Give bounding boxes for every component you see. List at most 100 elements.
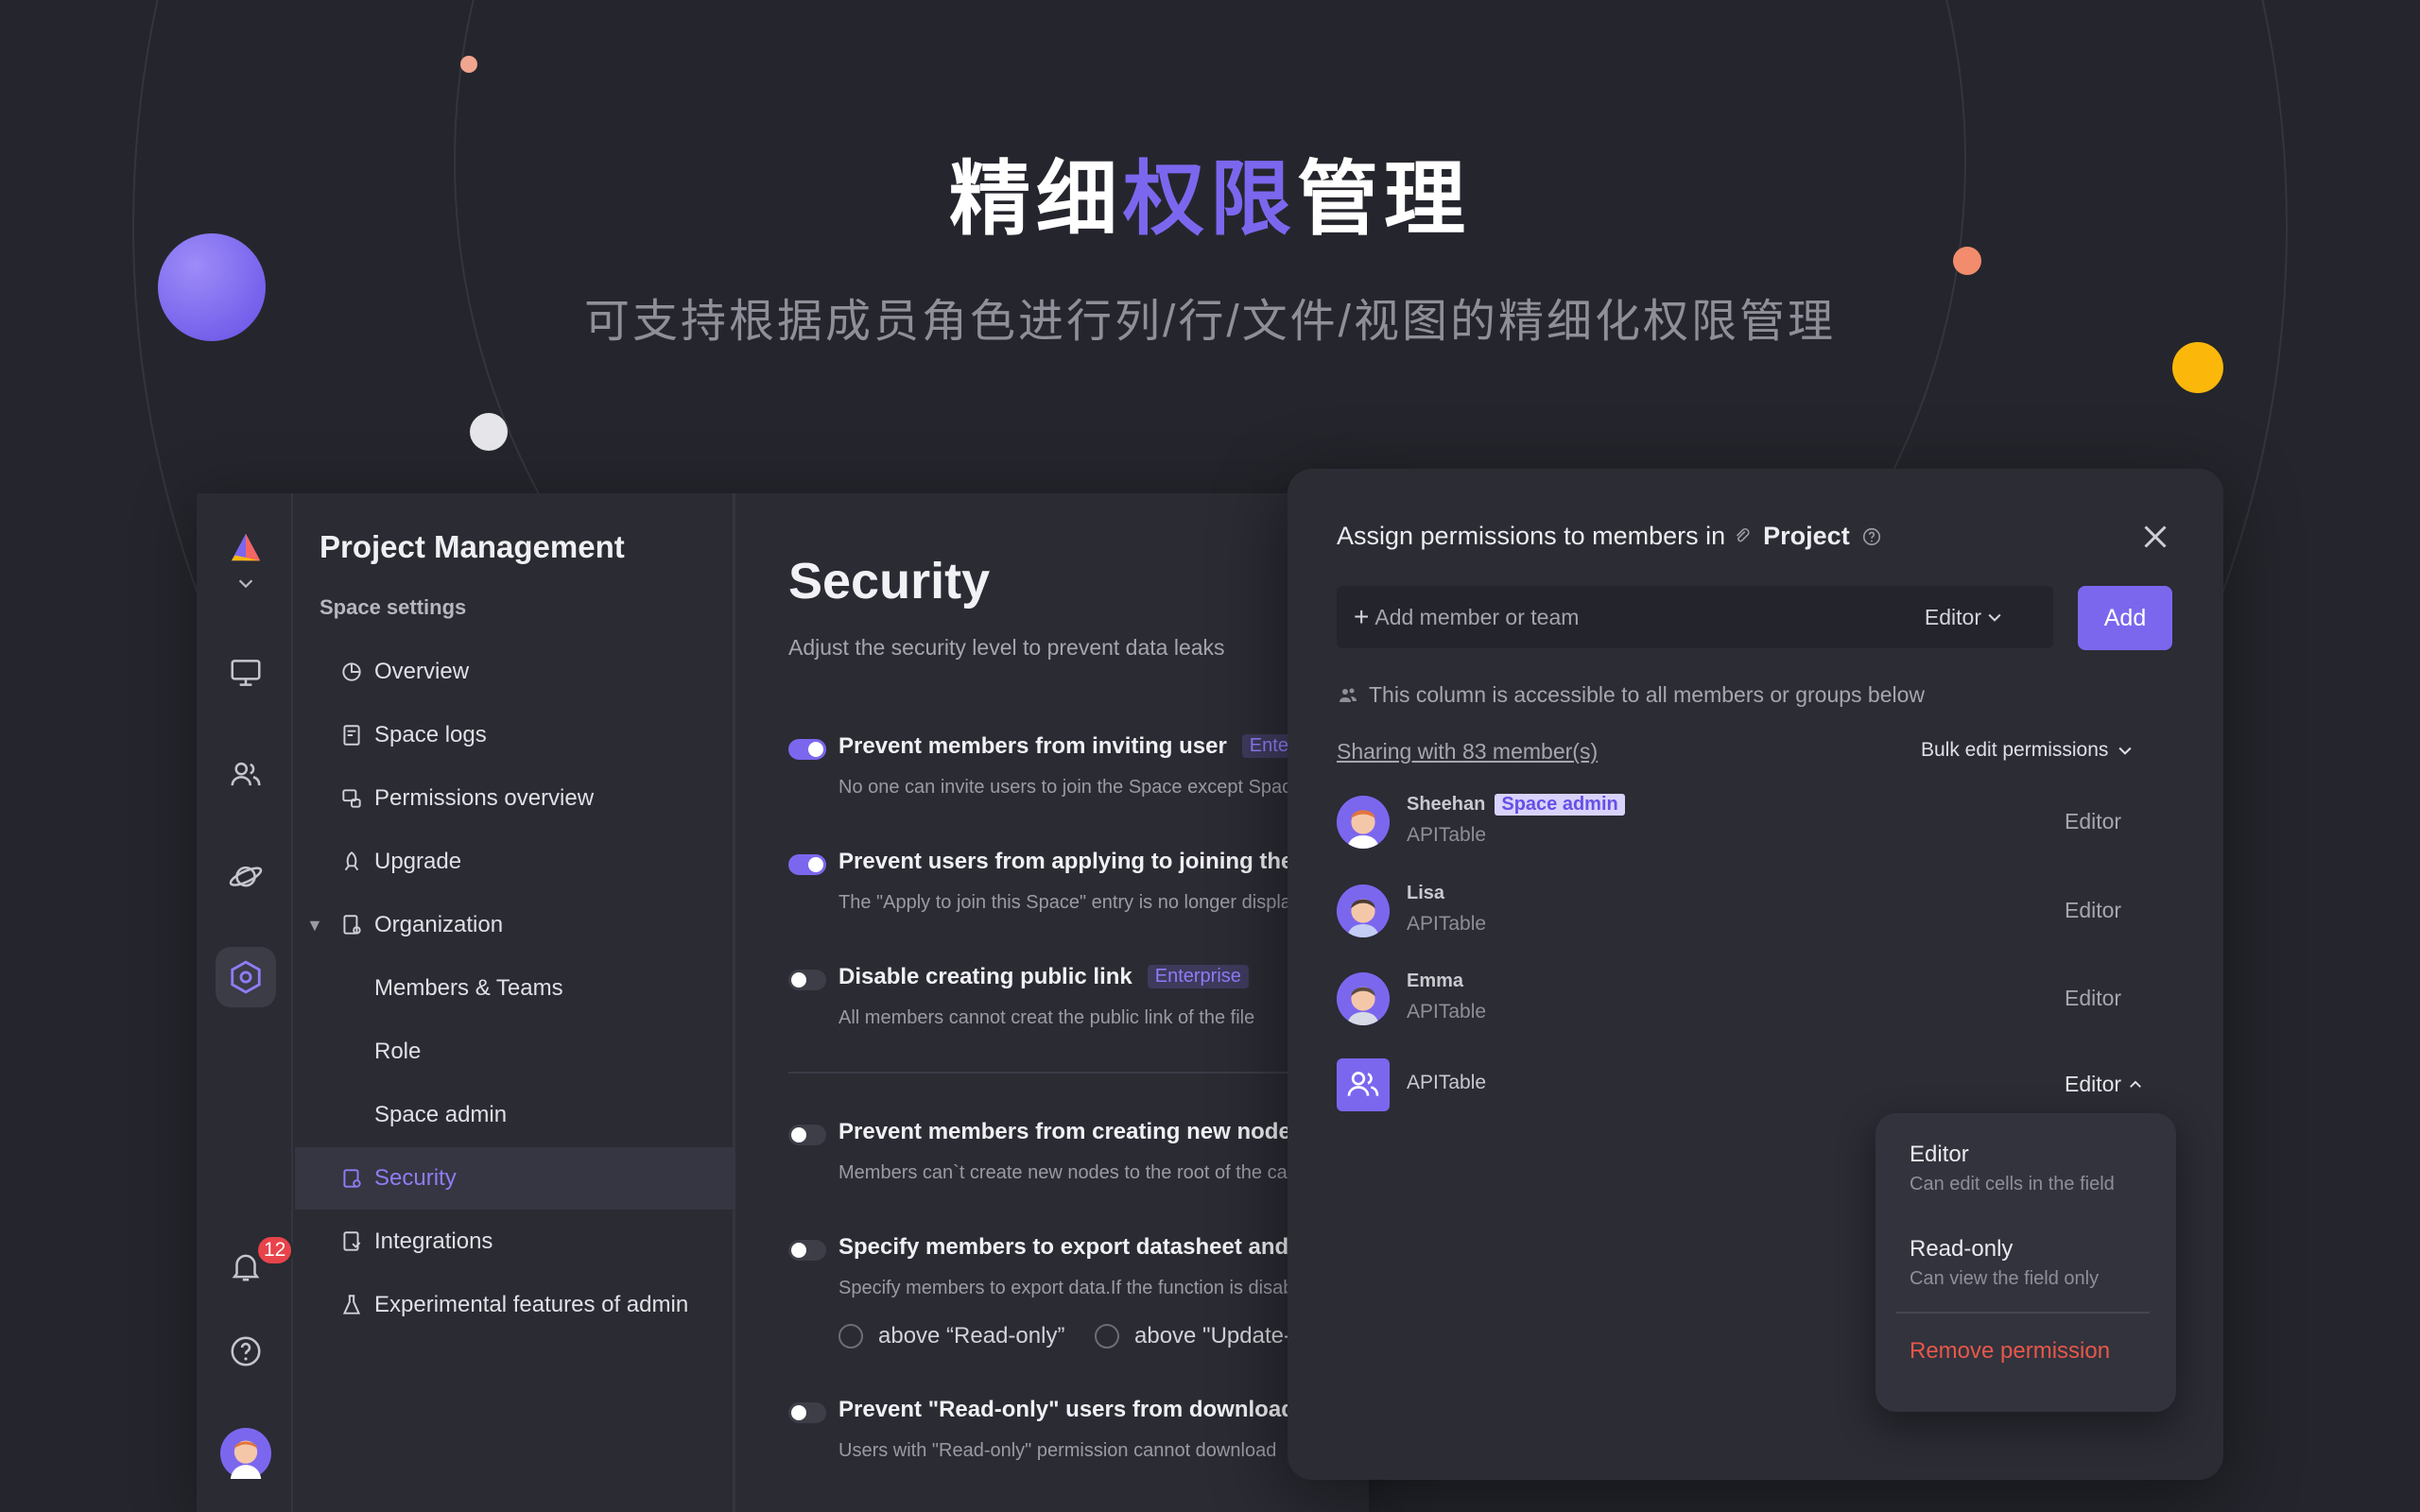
nav-item-security[interactable]: Security: [295, 1147, 735, 1210]
monitor-icon[interactable]: [216, 643, 276, 703]
toggle-switch[interactable]: [788, 970, 826, 990]
yellow-dot: [2172, 342, 2223, 393]
nav-item-label: Organization: [374, 912, 504, 937]
radio-circle: [838, 1324, 863, 1349]
option-label-text: Prevent members from inviting user: [838, 733, 1227, 759]
option-description: Specify members to export data.If the fu…: [838, 1278, 1320, 1298]
hero-subtitle: 可支持根据成员角色进行列/行/文件/视图的精细化权限管理: [583, 297, 1836, 347]
app-window: 12 Project Management Space settings Ove…: [197, 493, 1369, 1512]
role-dropdown-menu: Editor Can edit cells in the field Read-…: [1876, 1113, 2176, 1412]
nav-item-label: Space logs: [374, 722, 487, 747]
member-name: Sheehan Space admin: [1407, 794, 1625, 816]
member-row: Lisa APITable Editor: [1337, 879, 2172, 939]
menu-item-desc: Can view the field only: [1910, 1268, 2100, 1289]
settings-nav: Project Management Space settings Overvi…: [295, 493, 735, 1512]
flask-icon: [338, 1292, 365, 1318]
option-label: Prevent "Read-only" users from downloadi…: [838, 1397, 1329, 1422]
nav-item-experimental[interactable]: Experimental features of admin: [295, 1274, 735, 1336]
add-button[interactable]: Add: [2078, 586, 2172, 650]
member-role-select[interactable]: Editor: [2065, 898, 2121, 923]
menu-item-read-only[interactable]: Read-only Can view the field only: [1910, 1236, 2099, 1290]
member-role-select[interactable]: Editor: [2065, 809, 2121, 834]
avatar: [1337, 972, 1390, 1025]
nav-item-overview[interactable]: Overview: [295, 641, 735, 703]
member-row: Sheehan Space admin APITable Editor: [1337, 790, 2172, 850]
nav-item-members-teams[interactable]: Members & Teams: [295, 957, 735, 1020]
chevron-down-icon: [2118, 747, 2132, 755]
nav-item-role[interactable]: Role: [295, 1021, 735, 1083]
nav-item-permissions-overview[interactable]: Permissions overview: [295, 767, 735, 830]
avatar: [1337, 796, 1390, 849]
sharing-members-link[interactable]: Sharing with 83 member(s): [1337, 739, 1598, 765]
role-select[interactable]: Editor: [1925, 605, 2004, 630]
nav-item-integrations[interactable]: Integrations: [295, 1211, 735, 1273]
rocket-icon: [338, 849, 365, 875]
option-label: Prevent members from creating new nodes: [838, 1119, 1305, 1144]
member-name-text: Sheehan: [1407, 794, 1486, 815]
radio-above-read-only[interactable]: above “Read-only”: [838, 1323, 1064, 1349]
option-label-text: Disable creating public link: [838, 964, 1132, 989]
user-avatar[interactable]: [216, 1423, 276, 1484]
team-name: APITable: [1407, 1072, 1487, 1093]
nav-item-label: Permissions overview: [374, 785, 595, 811]
page-description: Adjust the security level to prevent dat…: [788, 635, 1225, 660]
nav-item-label: Integrations: [374, 1228, 493, 1254]
page-title: Security: [788, 553, 991, 610]
team-row: APITable Editor: [1337, 1053, 2172, 1113]
chevron-down-icon[interactable]: [216, 569, 276, 597]
access-info: This column is accessible to all members…: [1337, 682, 1925, 708]
nav-item-space-logs[interactable]: Space logs: [295, 704, 735, 766]
section-divider: [788, 1072, 1369, 1074]
settings-hex-icon[interactable]: [216, 947, 276, 1007]
node-name: Project: [1763, 522, 1850, 550]
hero-title-end: 管理: [1297, 154, 1471, 245]
enterprise-tag: Enterprise: [1147, 965, 1249, 988]
role-select-label: Editor: [1924, 604, 1981, 629]
member-row: Emma APITable Editor: [1337, 967, 2172, 1027]
option-description: The "Apply to join this Space" entry is …: [838, 892, 1322, 913]
space-name: Project Management: [320, 529, 625, 564]
member-name: Lisa: [1407, 883, 1445, 903]
nav-item-upgrade[interactable]: Upgrade: [295, 831, 735, 893]
menu-item-editor[interactable]: Editor Can edit cells in the field: [1910, 1142, 2115, 1195]
permissions-icon: [338, 785, 365, 812]
option-label: Prevent members from inviting userEnterp…: [838, 733, 1343, 760]
nav-item-label: Space admin: [374, 1102, 508, 1127]
nav-item-space-admin[interactable]: Space admin: [295, 1084, 735, 1146]
toggle-switch[interactable]: [788, 1402, 826, 1423]
remove-permission-button[interactable]: Remove permission: [1910, 1338, 2110, 1365]
toggle-switch[interactable]: [788, 854, 826, 875]
bulk-edit-dropdown[interactable]: Bulk edit permissions: [1921, 739, 2135, 762]
option-description: Users with "Read-only" permission cannot…: [838, 1440, 1277, 1461]
menu-item-title: Read-only: [1910, 1236, 2014, 1262]
team-role-select[interactable]: Editor: [2065, 1072, 2144, 1097]
add-member-input[interactable]: + Add member or team Editor: [1337, 586, 2053, 648]
nav-item-organization[interactable]: ▼ Organization: [295, 894, 735, 956]
members-icon[interactable]: [216, 745, 276, 805]
nav-item-label: Members & Teams: [374, 975, 563, 1001]
help-icon[interactable]: [216, 1321, 276, 1382]
stage: 精细权限管理 可支持根据成员角色进行列/行/文件/视图的精细化权限管理 12 P…: [0, 0, 2420, 1512]
menu-divider: [1896, 1312, 2150, 1314]
dialog-title: Assign permissions to members in Project: [1337, 522, 1882, 551]
nav-item-label: Security: [374, 1165, 457, 1191]
planet-icon[interactable]: [216, 845, 276, 905]
expand-triangle-icon[interactable]: ▼: [306, 916, 323, 936]
avatar: [1337, 885, 1390, 937]
chevron-down-icon: [1988, 613, 2001, 622]
toggle-switch[interactable]: [788, 1240, 826, 1261]
access-info-text: This column is accessible to all members…: [1369, 682, 1926, 707]
nav-item-label: Role: [374, 1039, 422, 1064]
toggle-switch[interactable]: [788, 1125, 826, 1145]
permissions-dialog: Assign permissions to members in Project…: [1288, 469, 2223, 1480]
close-icon[interactable]: [2138, 520, 2172, 554]
log-icon: [338, 722, 365, 748]
nav-item-label: Upgrade: [374, 849, 462, 874]
plus-icon: +: [1354, 602, 1370, 631]
member-role-select[interactable]: Editor: [2065, 986, 2121, 1011]
toggle-switch[interactable]: [788, 739, 826, 760]
help-circle-icon[interactable]: [1861, 526, 1882, 547]
option-label: Specify members to export datasheet and …: [838, 1234, 1344, 1260]
chevron-up-icon: [2130, 1080, 2142, 1088]
option-label: Disable creating public link Enterprise: [838, 964, 1249, 990]
